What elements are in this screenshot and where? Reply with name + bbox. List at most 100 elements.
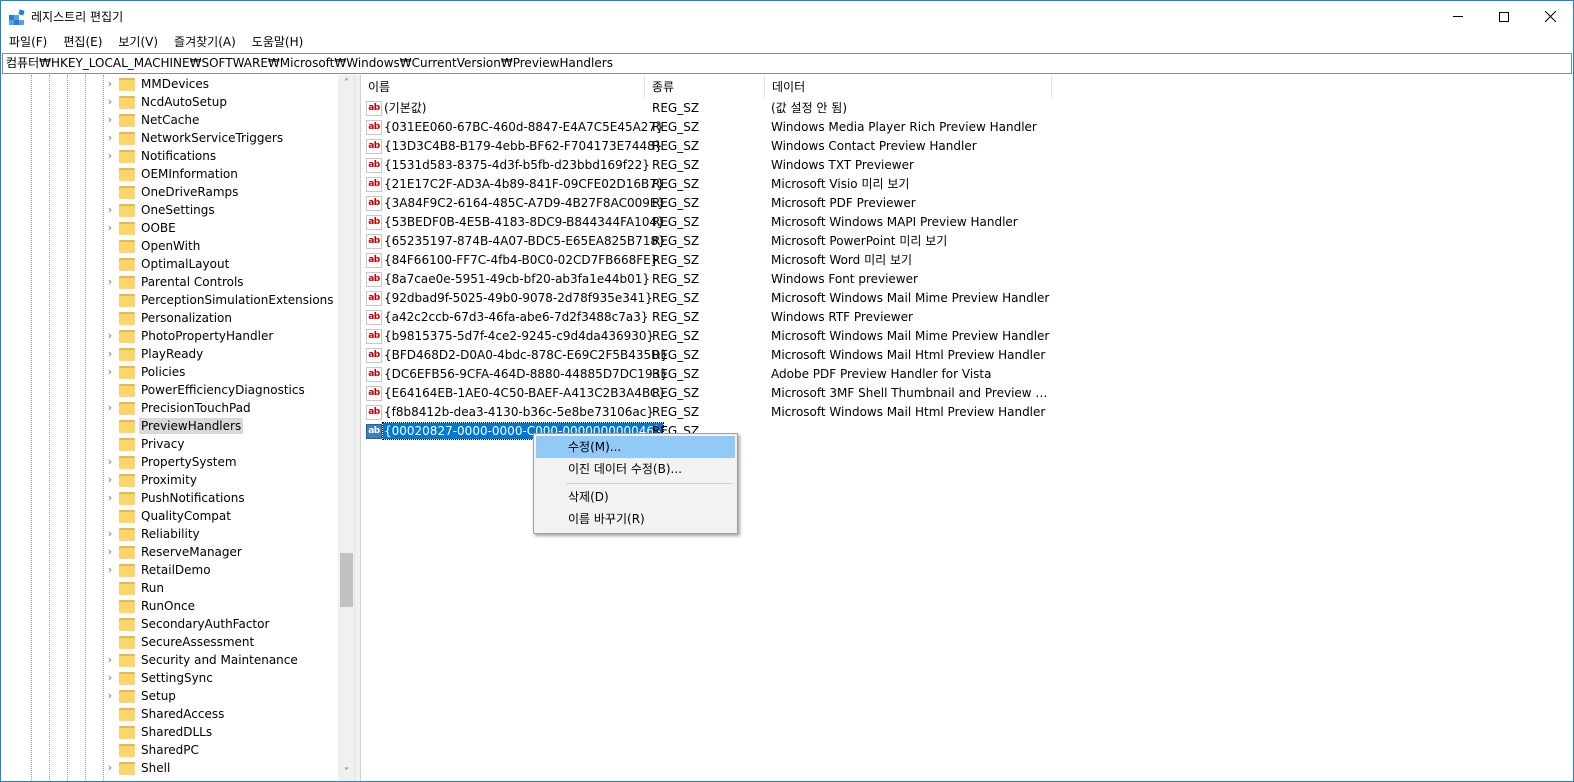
chevron-right-icon[interactable]: › [104,348,116,360]
chevron-right-icon[interactable]: › [104,456,116,468]
chevron-right-icon[interactable]: › [104,78,116,90]
tree-item[interactable]: › Shell [2,759,339,777]
tree-item[interactable]: › OneSettings [2,201,339,219]
tree-item[interactable]: › PushNotifications [2,489,339,507]
tree-item[interactable]: › NetworkServiceTriggers [2,129,339,147]
chevron-right-icon[interactable]: › [104,330,116,342]
value-row[interactable]: ab {1531d583-8375-4d3f-b5fb-d23bbd169f22}… [361,156,1573,175]
tree-item[interactable]: SharedAccess [2,705,339,723]
tree-item[interactable]: › ReserveManager [2,543,339,561]
scroll-up-icon[interactable]: ˄ [338,75,354,92]
value-row[interactable]: ab {84F66100-FF7C-4fb4-B0C0-02CD7FB668FE}… [361,251,1573,270]
chevron-right-icon[interactable]: › [104,564,116,576]
tree-item[interactable]: › Reliability [2,525,339,543]
value-row[interactable]: ab {13D3C4B8-B179-4ebb-BF62-F704173E7448}… [361,137,1573,156]
tree-item[interactable]: PowerEfficiencyDiagnostics [2,381,339,399]
chevron-right-icon[interactable]: › [104,654,116,666]
tree-item[interactable]: › NetCache [2,111,339,129]
tree-item[interactable]: OptimalLayout [2,255,339,273]
tree-item[interactable]: Run [2,579,339,597]
title-bar[interactable]: 레지스트리 편집기 [1,1,1573,32]
tree-item[interactable]: OpenWith [2,237,339,255]
tree-item[interactable]: › Parental Controls [2,273,339,291]
tree-item[interactable]: SecondaryAuthFactor [2,615,339,633]
tree-item[interactable]: › Proximity [2,471,339,489]
menu-item-rename[interactable]: 이름 바꾸기(R) [536,508,735,530]
value-row[interactable]: ab {92dbad9f-5025-49b0-9078-2d78f935e341}… [361,289,1573,308]
tree-item[interactable]: › RetailDemo [2,561,339,579]
scrollbar-thumb[interactable] [340,553,353,607]
chevron-right-icon[interactable]: › [104,96,116,108]
chevron-right-icon[interactable]: › [104,276,116,288]
tree-scrollbar[interactable]: ˄ ˅ [338,75,354,781]
value-row[interactable]: ab {65235197-874B-4A07-BDC5-E65EA825B718}… [361,232,1573,251]
column-header-data[interactable]: 데이터 [765,75,1052,99]
close-button[interactable] [1527,1,1573,32]
tree-item[interactable]: SecureAssessment [2,633,339,651]
minimize-button[interactable] [1435,1,1481,32]
chevron-right-icon[interactable]: › [104,114,116,126]
value-row[interactable]: ab {53BEDF0B-4E5B-4183-8DC9-B844344FA104}… [361,213,1573,232]
chevron-right-icon[interactable]: › [104,762,116,774]
menu-favorites[interactable]: 즐겨찾기(A) [167,32,243,53]
chevron-right-icon[interactable]: › [104,528,116,540]
tree-item[interactable]: OneDriveRamps [2,183,339,201]
tree-item[interactable]: PreviewHandlers [2,417,339,435]
menu-edit[interactable]: 편집(E) [56,32,109,53]
value-row[interactable]: ab (기본값) REG_SZ (값 설정 안 됨) [361,99,1573,118]
tree-item[interactable]: › NcdAutoSetup [2,93,339,111]
tree-item[interactable]: › PrecisionTouchPad [2,399,339,417]
column-header-name[interactable]: 이름 [361,75,645,99]
tree-item[interactable]: OEMInformation [2,165,339,183]
tree-item[interactable]: › PlayReady [2,345,339,363]
tree-item[interactable]: › MMDevices [2,75,339,93]
value-row[interactable]: ab {3A84F9C2-6164-485C-A7D9-4B27F8AC009E}… [361,194,1573,213]
scroll-down-icon[interactable]: ˅ [338,764,354,781]
tree-item[interactable]: › OOBE [2,219,339,237]
menu-help[interactable]: 도움말(H) [245,32,311,53]
value-row[interactable]: ab {031EE060-67BC-460d-8847-E4A7C5E45A27}… [361,118,1573,137]
chevron-right-icon[interactable]: › [104,546,116,558]
column-header-type[interactable]: 종류 [645,75,765,99]
tree-item[interactable]: › PropertySystem [2,453,339,471]
menu-file[interactable]: 파일(F) [2,32,54,53]
chevron-right-icon[interactable]: › [104,204,116,216]
chevron-right-icon[interactable]: › [104,366,116,378]
maximize-button[interactable] [1481,1,1527,32]
chevron-right-icon[interactable]: › [104,474,116,486]
chevron-right-icon[interactable]: › [104,492,116,504]
tree-item[interactable]: › Security and Maintenance [2,651,339,669]
tree-item[interactable]: › SettingSync [2,669,339,687]
chevron-right-icon[interactable]: › [104,222,116,234]
tree-item[interactable]: Privacy [2,435,339,453]
menu-item-modify[interactable]: 수정(M)... [536,436,735,458]
tree-item[interactable]: › PhotoPropertyHandler [2,327,339,345]
tree-item[interactable]: SharedPC [2,741,339,759]
value-row[interactable]: ab {b9815375-5d7f-4ce2-9245-c9d4da436930}… [361,327,1573,346]
tree-item[interactable]: RunOnce [2,597,339,615]
value-row[interactable]: ab {BFD468D2-D0A0-4bdc-878C-E69C2F5B435D}… [361,346,1573,365]
tree-item[interactable]: SharedDLLs [2,723,339,741]
value-row[interactable]: ab {21E17C2F-AD3A-4b89-841F-09CFE02D16B7}… [361,175,1573,194]
chevron-right-icon[interactable]: › [104,150,116,162]
tree-item[interactable]: Personalization [2,309,339,327]
tree-item[interactable]: › Policies [2,363,339,381]
tree-item[interactable]: › Setup [2,687,339,705]
value-row[interactable]: ab {DC6EFB56-9CFA-464D-8880-44885D7DC193}… [361,365,1573,384]
chevron-right-icon[interactable]: › [104,402,116,414]
menu-view[interactable]: 보기(V) [111,32,165,53]
chevron-right-icon[interactable]: › [104,690,116,702]
tree-item[interactable]: › Notifications [2,147,339,165]
tree-item[interactable]: QualityCompat [2,507,339,525]
key-tree[interactable]: › MMDevices › NcdAutoSetup › NetCache › Network… [2,75,355,781]
value-row[interactable]: ab {E64164EB-1AE0-4C50-BAEF-A413C2B3A4BC}… [361,384,1573,403]
value-row[interactable]: ab {f8b8412b-dea3-4130-b36c-5e8be73106ac}… [361,403,1573,422]
address-bar[interactable]: 컴퓨터₩HKEY_LOCAL_MACHINE₩SOFTWARE₩Microsof… [2,53,1572,74]
value-row[interactable]: ab {8a7cae0e-5951-49cb-bf20-ab3fa1e44b01}… [361,270,1573,289]
menu-item-delete[interactable]: 삭제(D) [536,486,735,508]
tree-item[interactable]: PerceptionSimulationExtensions [2,291,339,309]
chevron-right-icon[interactable]: › [104,132,116,144]
menu-item-modify-binary[interactable]: 이진 데이터 수정(B)... [536,458,735,480]
value-row[interactable]: ab {a42c2ccb-67d3-46fa-abe6-7d2f3488c7a3}… [361,308,1573,327]
values-list[interactable]: 이름 종류 데이터 ab (기본값) REG_SZ (값 설정 안 됨) ab {031E… [360,75,1573,781]
